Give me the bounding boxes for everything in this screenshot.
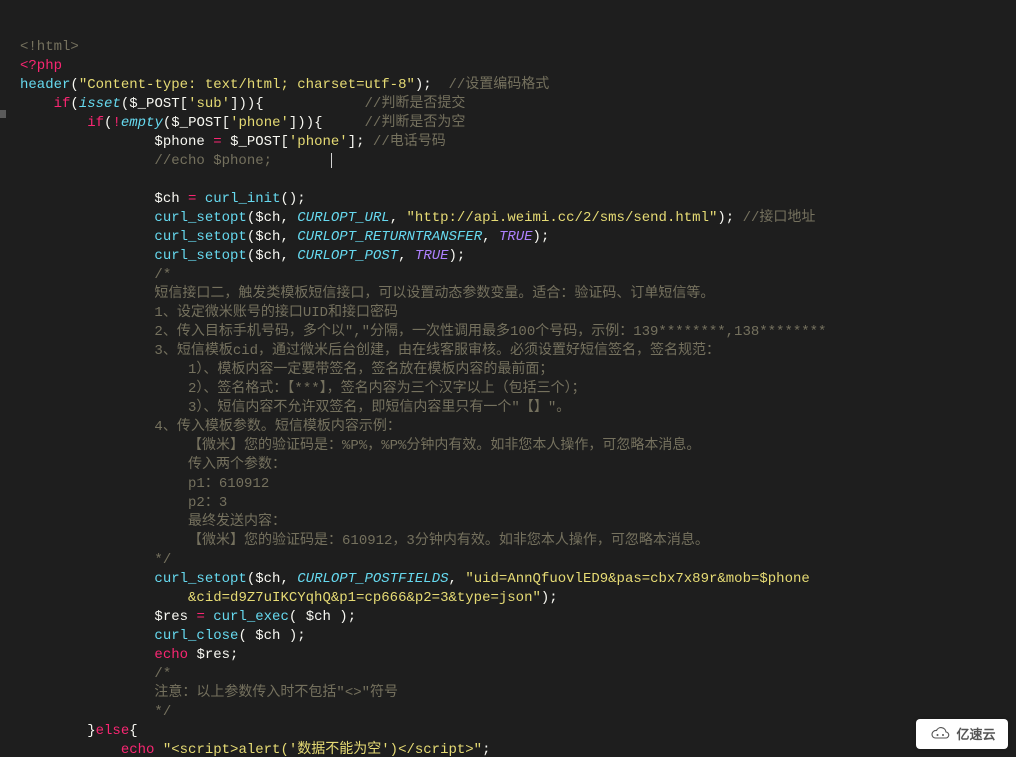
text-cursor — [331, 153, 332, 168]
fn-curlclose: curl_close — [154, 628, 238, 644]
kw-else: else — [96, 723, 130, 739]
kw-if2: if — [87, 115, 104, 131]
fn-setopt-url: curl_setopt — [154, 210, 246, 226]
cm-phone: //判断是否为空 — [365, 115, 466, 131]
cm-api: //接口地址 — [743, 210, 816, 226]
kw-if1: if — [54, 96, 71, 112]
fn-isset: isset — [79, 96, 121, 112]
str-alert: "<script>alert('数据不能为空')</script>" — [163, 742, 482, 757]
cm-echophone: //echo $phone; — [154, 153, 272, 169]
fn-curlexec: curl_exec — [213, 609, 289, 625]
cm-sub: //判断是否提交 — [365, 96, 466, 112]
var-phone: $phone — [154, 134, 204, 150]
fn-empty: empty — [121, 115, 163, 131]
watermark-badge: 亿速云 — [916, 719, 1008, 749]
gutter-marker — [0, 110, 6, 118]
code-editor: <!html> <?php header("Content-type: text… — [0, 0, 1016, 757]
php-open: <?php — [20, 58, 62, 74]
line0: <!html> — [20, 39, 79, 55]
cm-note: 注意：以上参数传入时不包括"<>"符号 — [154, 685, 398, 701]
kw-echo1: echo — [154, 647, 188, 663]
cloud-icon — [928, 725, 952, 743]
fn-header: header — [20, 77, 70, 93]
watermark-text: 亿速云 — [956, 725, 995, 744]
fn-setopt-pf: curl_setopt — [154, 571, 246, 587]
cm-block: 短信接口二，触发类模板短信接口，可以设置动态参数变量。适合：验证码、订单短信等。… — [20, 286, 826, 549]
cm-header: //设置编码格式 — [449, 77, 550, 93]
kw-echo2: echo — [121, 742, 155, 757]
header-arg: "Content-type: text/html; charset=utf-8" — [79, 77, 415, 93]
fn-curlinit: curl_init — [205, 191, 281, 207]
cm-tel: //电话号码 — [373, 134, 446, 150]
